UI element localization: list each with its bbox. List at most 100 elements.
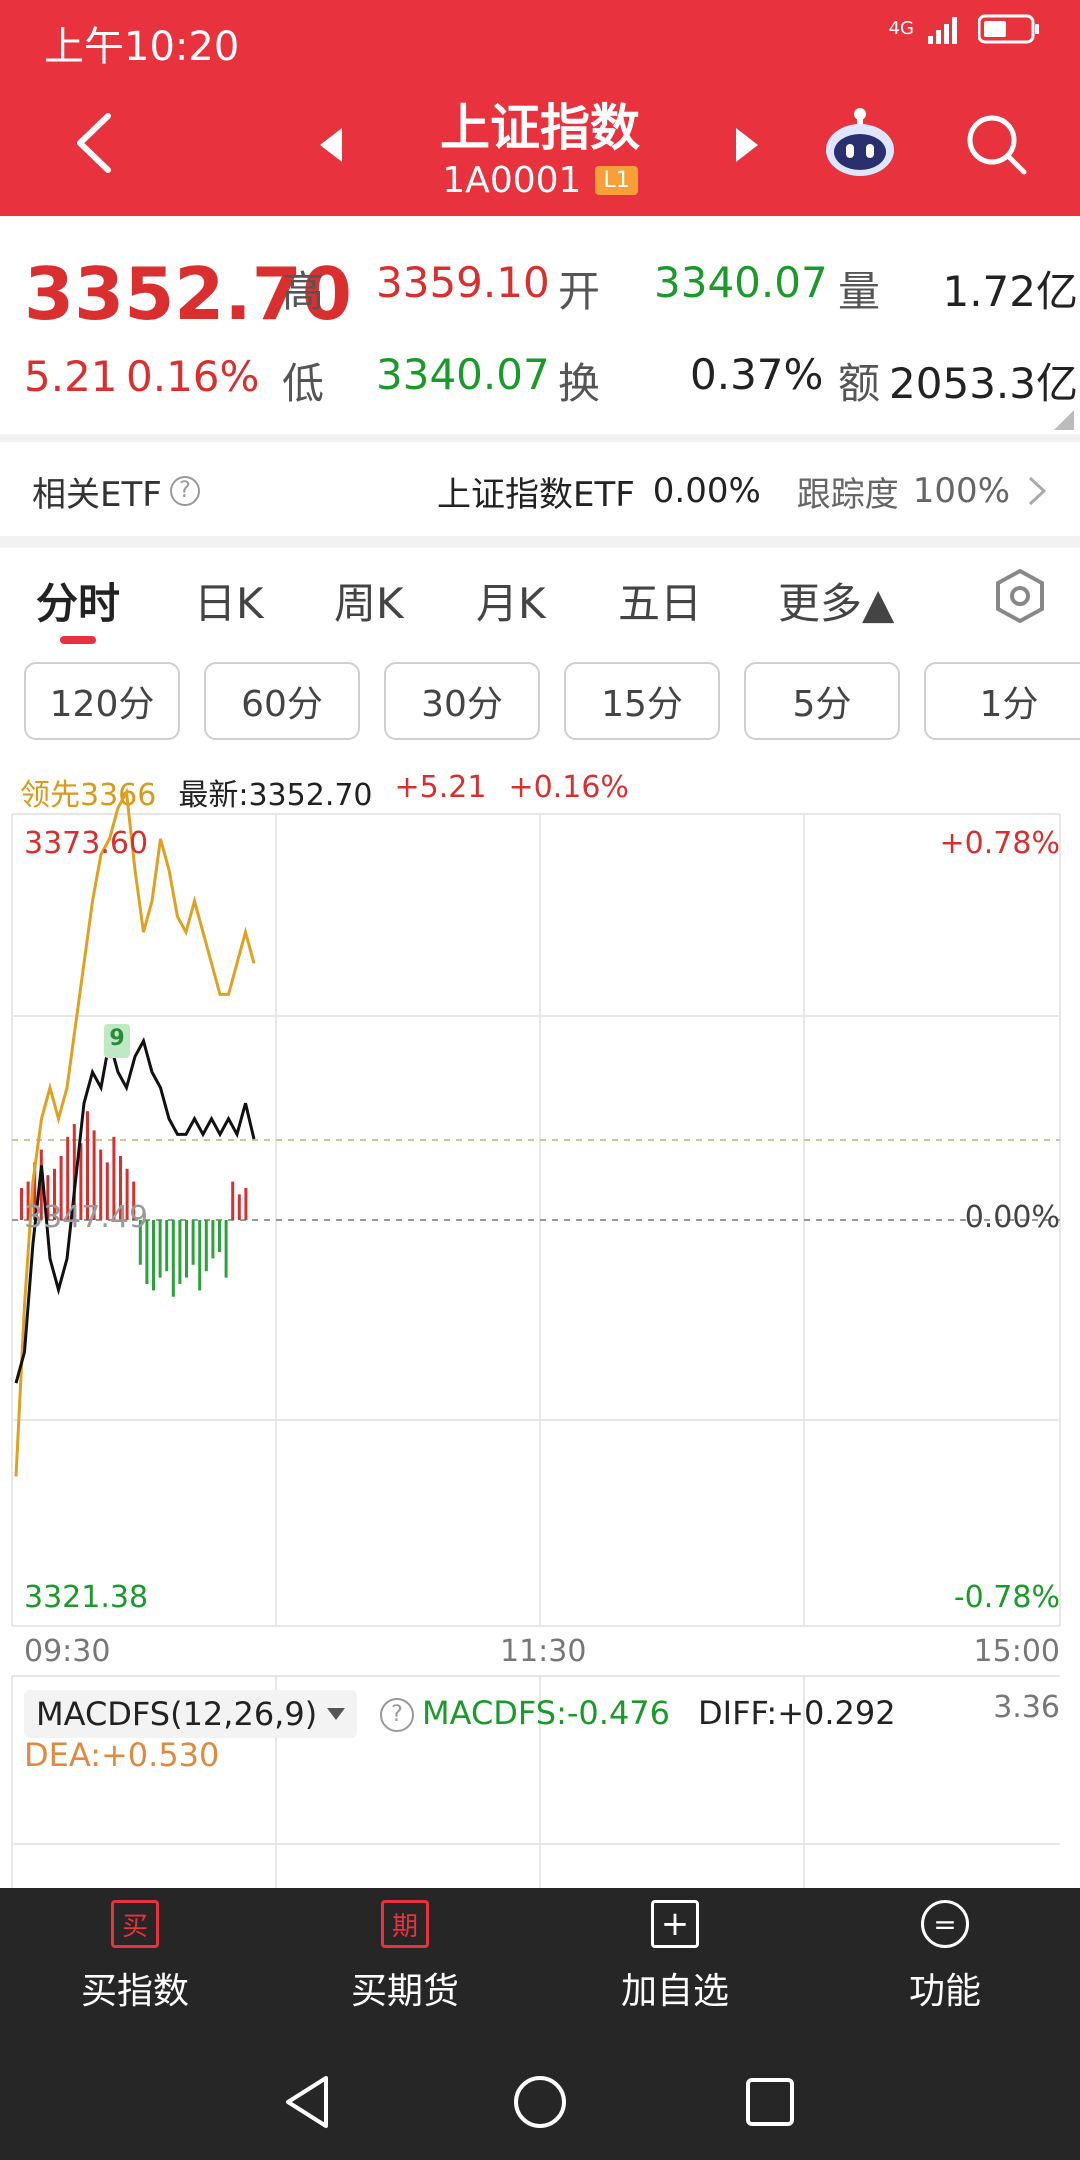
amount-value: 2053.3亿: [889, 359, 1078, 408]
buy-index-button[interactable]: 买 买指数: [0, 1900, 270, 2014]
robot-assistant-icon[interactable]: [822, 106, 898, 178]
high-label: 高: [282, 267, 325, 316]
add-watchlist-label: 加自选: [620, 1971, 729, 2012]
segment-120min[interactable]: 120分: [24, 662, 180, 740]
signal-icon: [928, 17, 957, 44]
volume-value: 1.72亿: [942, 267, 1078, 316]
status-time: 上午10:20: [44, 24, 240, 70]
signal-marker: 9: [104, 1024, 130, 1058]
amount-label: 额: [838, 359, 881, 408]
tracking-label: 跟踪度: [796, 474, 899, 515]
menu-circle-icon: =: [921, 1900, 969, 1948]
volume-bar: [178, 1220, 182, 1284]
volume-bar: [224, 1220, 228, 1278]
etf-section-label: 相关ETF: [32, 474, 162, 515]
open-value: 3340.07: [654, 258, 828, 307]
chevron-right-icon: [1028, 476, 1047, 506]
futures-icon: 期: [381, 1900, 429, 1948]
nav-home-icon[interactable]: [512, 2074, 568, 2130]
macd-scale-max: 3.36: [993, 1690, 1060, 1725]
macd-help-icon[interactable]: ?: [380, 1698, 414, 1732]
pct-min-label: -0.78%: [953, 1580, 1060, 1615]
dropdown-caret-icon: [327, 1708, 346, 1720]
functions-button[interactable]: = 功能: [810, 1900, 1080, 2014]
volume-bar: [152, 1220, 155, 1291]
low-label: 低: [282, 359, 325, 408]
turnover-label: 换: [558, 359, 601, 408]
stock-code: 1A0001: [442, 160, 582, 201]
volume-bar: [165, 1220, 169, 1272]
diff-value: DIFF:+0.292: [698, 1694, 896, 1732]
buy-icon: 买: [111, 1900, 159, 1948]
dea-value: DEA:+0.530: [24, 1736, 220, 1774]
volume-bar: [211, 1220, 215, 1259]
functions-label: 功能: [908, 1971, 981, 2012]
volume-bar: [204, 1220, 208, 1272]
volume-label: 量: [838, 267, 881, 316]
related-etf-row[interactable]: 相关ETF ? 上证指数ETF 0.00% 跟踪度 100%: [0, 446, 1080, 536]
segment-1min[interactable]: 1分: [924, 662, 1080, 740]
macd-selector[interactable]: MACDFS(12,26,9): [24, 1690, 358, 1738]
page-title: 上证指数: [440, 99, 640, 157]
price-change: 5.21: [24, 352, 118, 401]
screen: 上午10:20 4G 上证指数 1A0001 L1 3352.70 5.21 0…: [0, 0, 1080, 2160]
time-end-label: 15:00: [973, 1634, 1060, 1669]
buy-futures-button[interactable]: 期 买期货: [270, 1900, 540, 2014]
price-max-label: 3373.60: [24, 826, 149, 861]
time-start-label: 09:30: [24, 1634, 111, 1669]
volume-bar: [191, 1220, 195, 1265]
macdfs-value: MACDFS:-0.476: [422, 1694, 671, 1732]
macd-selector-label: MACDFS(12,26,9): [36, 1695, 318, 1733]
volume-bar: [218, 1220, 221, 1252]
tab-intraday[interactable]: 分时: [36, 570, 120, 631]
segment-60min[interactable]: 60分: [204, 662, 360, 740]
price-base-label: 3347.49: [24, 1200, 149, 1235]
volume-bar: [158, 1220, 162, 1278]
tab-weekly-k[interactable]: 周K: [334, 570, 404, 631]
nav-recents-icon[interactable]: [744, 2076, 796, 2128]
pct-max-label: +0.78%: [939, 826, 1060, 861]
low-value: 3340.07: [376, 350, 550, 399]
add-watchlist-button[interactable]: + 加自选: [540, 1900, 810, 2014]
battery-icon: [978, 14, 1039, 44]
open-label: 开: [558, 267, 601, 316]
segment-30min[interactable]: 30分: [384, 662, 540, 740]
help-icon[interactable]: ?: [169, 476, 200, 506]
segment-5min[interactable]: 5分: [744, 662, 900, 740]
expand-corner-icon[interactable]: [1054, 410, 1074, 430]
tab-monthly-k[interactable]: 月K: [476, 570, 546, 631]
volume-bar: [198, 1220, 202, 1291]
add-icon: +: [651, 1900, 699, 1948]
high-value: 3359.10: [376, 258, 550, 307]
nav-back-icon[interactable]: [282, 2074, 332, 2130]
buy-futures-label: 买期货: [350, 1971, 459, 2012]
tab-active-indicator: [60, 636, 96, 644]
search-icon[interactable]: [964, 112, 1028, 176]
price-min-label: 3321.38: [24, 1580, 149, 1615]
tracking-value: 100%: [912, 471, 1010, 511]
tab-more[interactable]: 更多▲: [778, 570, 894, 631]
tab-five-day[interactable]: 五日: [618, 570, 702, 631]
turnover-value: 0.37%: [690, 350, 824, 399]
volume-bar: [237, 1194, 241, 1220]
volume-bar: [185, 1220, 188, 1278]
settings-hexagon-icon[interactable]: [994, 568, 1046, 624]
price-change-pct: 0.16%: [126, 352, 260, 401]
segment-15min[interactable]: 15分: [564, 662, 720, 740]
tab-daily-k[interactable]: 日K: [194, 570, 264, 631]
time-mid-label: 11:30: [500, 1634, 587, 1669]
etf-change: 0.00%: [652, 471, 761, 511]
buy-index-label: 买指数: [80, 1971, 189, 2012]
header: 上午10:20 4G 上证指数 1A0001 L1: [0, 0, 1080, 216]
etf-name: 上证指数ETF: [436, 474, 635, 515]
volume-bar: [171, 1220, 175, 1297]
divider: [0, 536, 1080, 548]
divider: [0, 434, 1080, 442]
level-badge: L1: [595, 166, 638, 195]
volume-bar: [244, 1188, 248, 1220]
volume-bar: [20, 1188, 23, 1220]
network-indicator: 4G: [888, 18, 914, 39]
next-stock-icon[interactable]: [734, 128, 758, 162]
status-icons: 4G: [889, 14, 1040, 44]
volume-bar: [231, 1181, 235, 1220]
